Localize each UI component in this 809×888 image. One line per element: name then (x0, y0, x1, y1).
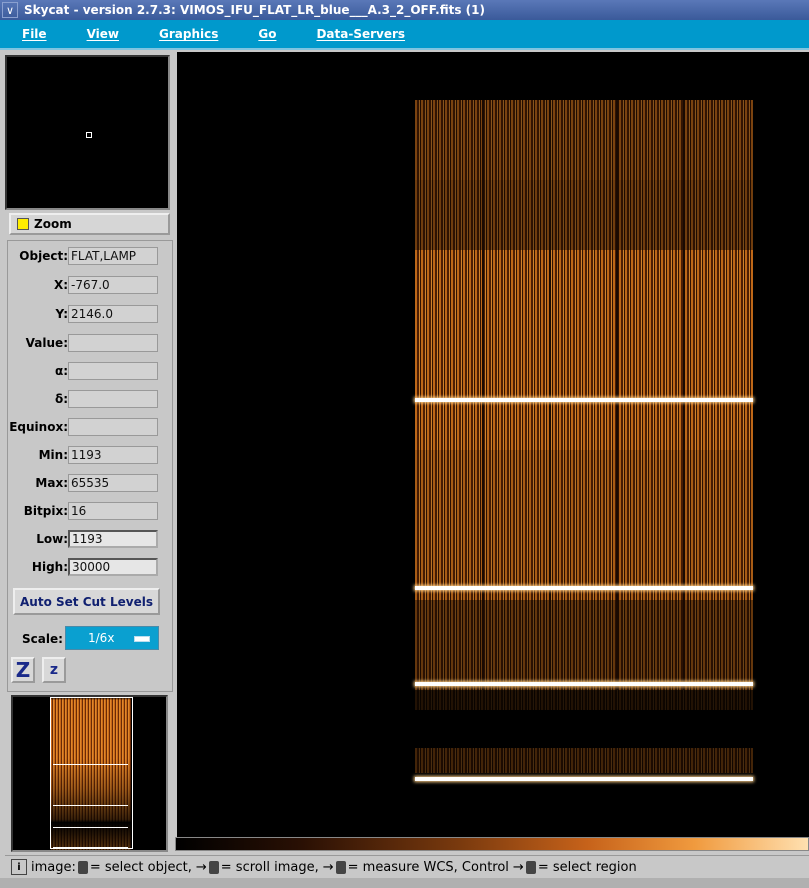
arc-line (415, 586, 753, 590)
field-delta: δ: (8, 390, 174, 410)
field-x: X: -767.0 (8, 276, 174, 296)
field-object: Object: FLAT,LAMP (8, 247, 174, 267)
menu-view[interactable]: View (87, 27, 119, 41)
spectra-band (415, 690, 753, 710)
quadrant-gap (482, 100, 484, 690)
info-icon: i (11, 859, 27, 875)
spectra-band (415, 450, 753, 600)
dropdown-indicator-icon (134, 636, 150, 642)
zoom-label: Zoom (34, 217, 72, 231)
thumbnail-line (53, 847, 128, 848)
status-text: image: (31, 859, 76, 875)
auto-set-cut-levels-button[interactable]: Auto Set Cut Levels (13, 588, 160, 615)
field-low[interactable]: Low: 1193 (8, 530, 174, 550)
menu-data-servers[interactable]: Data-Servers (316, 27, 405, 41)
spectra-band (415, 100, 753, 180)
menu-graphics[interactable]: Graphics (159, 27, 218, 41)
arc-line (415, 682, 753, 686)
quadrant-gap (683, 100, 685, 690)
mouse-button-1-icon (525, 860, 536, 874)
quadrant-gap (549, 100, 551, 690)
arrow-icon: → (322, 859, 334, 875)
zoom-checkbox-icon[interactable] (17, 218, 29, 230)
zoom-in-button[interactable]: Z (11, 657, 35, 683)
low-input[interactable]: 1193 (68, 530, 158, 548)
field-equinox: Equinox: (8, 418, 174, 438)
field-max: Max: 65535 (8, 474, 174, 494)
mouse-button-2-icon (208, 860, 219, 874)
pan-zoom-window[interactable] (5, 55, 170, 210)
status-text: = select region (537, 859, 637, 875)
status-text: = select object, (89, 859, 192, 875)
image-canvas[interactable] (177, 52, 809, 837)
arrow-icon: → (512, 859, 524, 875)
spectra-band (415, 180, 753, 250)
spectra-band (415, 600, 753, 690)
status-text: = measure WCS, Control (347, 859, 509, 875)
zoom-marker (86, 132, 92, 138)
window-bottom-edge (0, 878, 809, 888)
menu-go[interactable]: Go (258, 27, 276, 41)
menu-bar: File View Graphics Go Data-Servers (0, 20, 809, 50)
field-min: Min: 1193 (8, 446, 174, 466)
thumbnail-line (53, 805, 128, 806)
mouse-button-1-icon (77, 860, 88, 874)
field-alpha: α: (8, 362, 174, 382)
menu-file[interactable]: File (22, 27, 47, 41)
status-bar: i image: = select object, → = scroll ima… (5, 855, 809, 878)
window-menu-icon[interactable]: ∨ (2, 2, 18, 18)
info-panel: Object: FLAT,LAMP X: -767.0 Y: 2146.0 Value… (7, 240, 173, 692)
field-high[interactable]: High: 30000 (8, 558, 174, 578)
status-text: = scroll image, (220, 859, 319, 875)
window-title: Skycat - version 2.7.3: VIMOS_IFU_FLAT_L… (24, 3, 485, 17)
spectra-band (415, 748, 753, 773)
colorbar[interactable] (175, 837, 809, 851)
thumbnail-line (53, 827, 128, 828)
ifu-flat-image (415, 100, 753, 788)
overview-thumbnail[interactable] (11, 695, 168, 852)
field-bitpix: Bitpix: 16 (8, 502, 174, 522)
arc-line (415, 398, 753, 402)
title-bar: ∨ Skycat - version 2.7.3: VIMOS_IFU_FLAT… (0, 0, 809, 20)
thumbnail-line (53, 764, 128, 765)
zoom-out-button[interactable]: z (42, 657, 66, 683)
field-y: Y: 2146.0 (8, 305, 174, 325)
arc-line (415, 777, 753, 781)
scale-dropdown[interactable]: 1/6x (65, 626, 159, 650)
zoom-toggle[interactable]: Zoom (9, 213, 170, 235)
arrow-icon: → (195, 859, 207, 875)
mouse-button-3-icon (335, 860, 346, 874)
scale-label: Scale: (22, 632, 63, 646)
quadrant-gap (616, 100, 618, 690)
high-input[interactable]: 30000 (68, 558, 158, 576)
field-value: Value: (8, 334, 174, 354)
scale-value: 1/6x (88, 631, 115, 645)
spectra-band (415, 250, 753, 450)
